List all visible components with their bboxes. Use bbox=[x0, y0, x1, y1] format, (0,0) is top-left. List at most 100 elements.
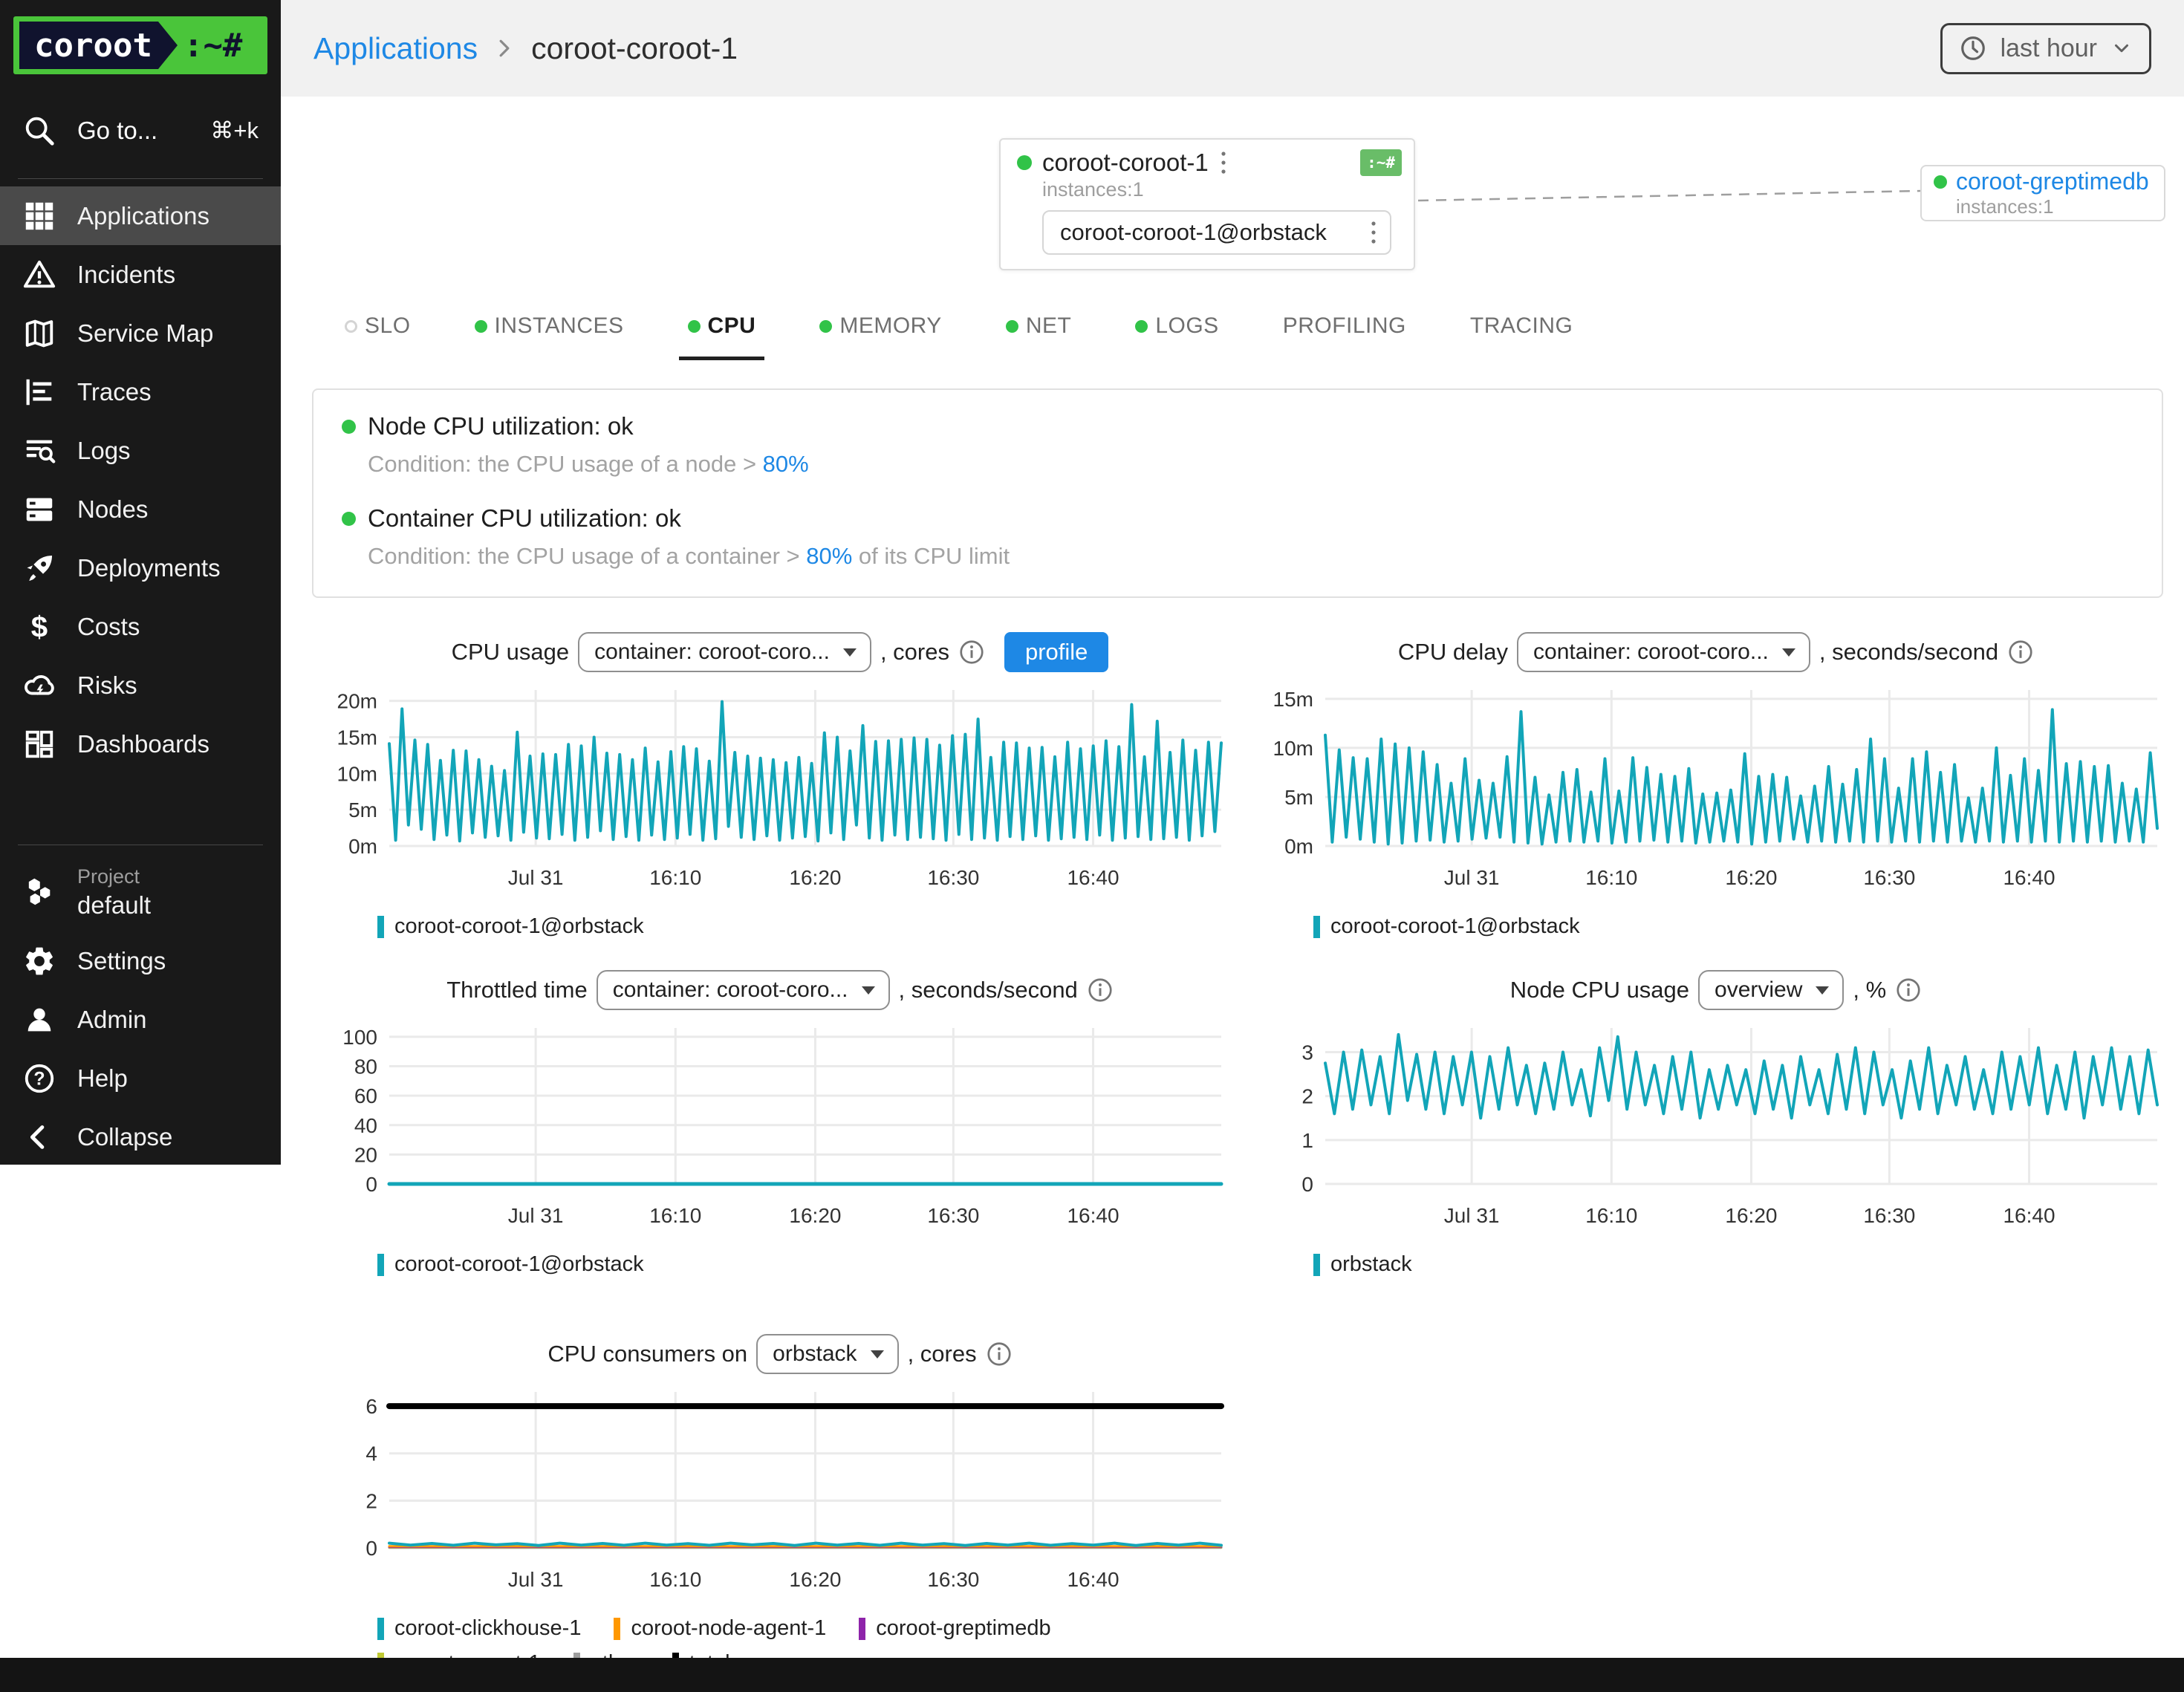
check-node-cpu: Node CPU utilization: ok Condition: the … bbox=[342, 412, 2133, 478]
logs-icon bbox=[22, 434, 56, 468]
chart-title-row: CPU consumers on orbstack , cores bbox=[312, 1330, 1248, 1379]
svg-text:16:30: 16:30 bbox=[927, 866, 979, 889]
legend-item[interactable]: orbstack bbox=[1313, 1252, 1412, 1277]
series-selector-dropdown[interactable]: overview bbox=[1698, 970, 1844, 1010]
series-selector-dropdown[interactable]: container: coroot-coro... bbox=[1517, 632, 1810, 672]
tab-net[interactable]: NET bbox=[997, 300, 1081, 360]
coroot-logo[interactable]: coroot :~# bbox=[13, 16, 267, 74]
kebab-menu-icon[interactable] bbox=[1219, 149, 1228, 177]
instance-name: coroot-coroot-1@orbstack bbox=[1060, 219, 1327, 246]
svg-text:16:40: 16:40 bbox=[2003, 1204, 2055, 1227]
sidebar-item-deployments[interactable]: Deployments bbox=[0, 538, 281, 597]
instances-status-dot bbox=[475, 320, 487, 333]
sidebar-item-service-map[interactable]: Service Map bbox=[0, 304, 281, 362]
tab-cpu[interactable]: CPU bbox=[679, 300, 765, 360]
sidebar-item-help[interactable]: ? Help bbox=[0, 1049, 281, 1107]
report-tabs: SLO INSTANCES CPU MEMORY NET LOGS PROFIL… bbox=[336, 300, 1582, 360]
sidebar-item-nodes[interactable]: Nodes bbox=[0, 480, 281, 538]
sidebar-item-settings[interactable]: Settings bbox=[0, 931, 281, 990]
chart-title: CPU usage bbox=[452, 639, 570, 666]
condition-text: Condition: the CPU usage of a container … bbox=[368, 543, 806, 569]
goto-search[interactable]: Go to... ⌘+k bbox=[0, 100, 281, 162]
profile-button[interactable]: profile bbox=[1004, 632, 1108, 672]
info-icon[interactable] bbox=[1087, 977, 1114, 1003]
legend-item[interactable]: coroot-coroot-1@orbstack bbox=[377, 1252, 644, 1277]
svg-text:1: 1 bbox=[1301, 1129, 1313, 1152]
svg-text:5m: 5m bbox=[348, 798, 377, 821]
selector-value: container: coroot-coro... bbox=[613, 977, 848, 1003]
kebab-menu-icon[interactable] bbox=[1369, 218, 1378, 247]
tab-memory[interactable]: MEMORY bbox=[810, 300, 950, 360]
svg-text:15m: 15m bbox=[337, 726, 377, 749]
svg-text:16:10: 16:10 bbox=[649, 1204, 701, 1227]
dollar-icon: $ bbox=[22, 610, 56, 644]
tab-logs[interactable]: LOGS bbox=[1126, 300, 1227, 360]
cpu-consumers-plot[interactable]: 0246Jul 3116:1016:2016:3016:40 bbox=[312, 1383, 1233, 1606]
legend-item[interactable]: coroot-clickhouse-1 bbox=[377, 1616, 581, 1641]
legend-color-bar bbox=[377, 1254, 384, 1276]
series-selector-dropdown[interactable]: container: coroot-coro... bbox=[597, 970, 890, 1010]
sidebar-collapse-button[interactable]: Collapse bbox=[0, 1107, 281, 1166]
legend-label: coroot-coroot-1@orbstack bbox=[1330, 914, 1580, 939]
info-icon[interactable] bbox=[2007, 639, 2034, 666]
chart-unit: , seconds/second bbox=[899, 977, 1078, 1003]
svg-text:16:40: 16:40 bbox=[1067, 1204, 1119, 1227]
legend-item[interactable]: coroot-coroot-1@orbstack bbox=[1313, 914, 1580, 939]
svg-text:2: 2 bbox=[1301, 1085, 1313, 1108]
tab-profiling[interactable]: PROFILING bbox=[1274, 300, 1415, 360]
chart-cpu-usage: CPU usage container: coroot-coro... , co… bbox=[312, 628, 1248, 939]
legend-item[interactable]: coroot-coroot-1@orbstack bbox=[377, 914, 644, 939]
svg-text:16:20: 16:20 bbox=[789, 1204, 841, 1227]
chart-unit: , cores bbox=[880, 639, 949, 666]
svg-text:16:30: 16:30 bbox=[927, 1568, 979, 1591]
svg-text:16:30: 16:30 bbox=[1863, 866, 1915, 889]
info-icon[interactable] bbox=[1895, 977, 1922, 1003]
time-range-picker[interactable]: last hour bbox=[1940, 23, 2151, 74]
cpu-usage-plot[interactable]: 0m5m10m15m20mJul 3116:1016:2016:3016:40 bbox=[312, 681, 1233, 904]
tab-label: TRACING bbox=[1470, 313, 1573, 339]
tab-slo[interactable]: SLO bbox=[336, 300, 420, 360]
selector-value: container: coroot-coro... bbox=[1533, 640, 1769, 665]
sidebar-item-costs[interactable]: $ Costs bbox=[0, 597, 281, 656]
sidebar-item-admin[interactable]: Admin bbox=[0, 990, 281, 1049]
chart-title: CPU consumers on bbox=[547, 1341, 747, 1367]
sidebar-item-logs[interactable]: Logs bbox=[0, 421, 281, 480]
chart-title-row: CPU delay container: coroot-coro... , se… bbox=[1248, 628, 2184, 677]
chart-unit: , % bbox=[1853, 977, 1886, 1003]
breadcrumb-applications-link[interactable]: Applications bbox=[313, 31, 478, 66]
threshold-link[interactable]: 80% bbox=[806, 543, 852, 569]
upstream-app-link[interactable]: coroot-greptimedb bbox=[1956, 168, 2149, 195]
instance-coroot-coroot-1-orbstack[interactable]: coroot-coroot-1@orbstack bbox=[1042, 210, 1391, 255]
sidebar-item-label: Nodes bbox=[77, 495, 148, 524]
node-selector-dropdown[interactable]: orbstack bbox=[756, 1334, 898, 1374]
cpu-delay-plot[interactable]: 0m5m10m15mJul 3116:1016:2016:3016:40 bbox=[1248, 681, 2169, 904]
project-name: default bbox=[77, 891, 151, 920]
legend-label: coroot-node-agent-1 bbox=[631, 1616, 826, 1641]
dependency-connector-line bbox=[1417, 186, 1922, 206]
sidebar-item-risks[interactable]: Risks bbox=[0, 656, 281, 715]
sidebar-item-traces[interactable]: Traces bbox=[0, 362, 281, 421]
svg-text:16:10: 16:10 bbox=[1585, 866, 1637, 889]
svg-text:16:20: 16:20 bbox=[789, 1568, 841, 1591]
svg-text:Jul 31: Jul 31 bbox=[1444, 866, 1500, 889]
chart-title: Throttled time bbox=[446, 977, 588, 1003]
series-selector-dropdown[interactable]: container: coroot-coro... bbox=[578, 632, 871, 672]
tab-instances[interactable]: INSTANCES bbox=[466, 300, 633, 360]
sidebar-item-dashboards[interactable]: Dashboards bbox=[0, 715, 281, 773]
legend-item[interactable]: coroot-greptimedb bbox=[859, 1616, 1050, 1641]
sidebar-item-incidents[interactable]: Incidents bbox=[0, 245, 281, 304]
app-card-coroot-greptimedb[interactable]: coroot-greptimedb instances:1 bbox=[1920, 165, 2165, 221]
legend-item[interactable]: coroot-node-agent-1 bbox=[614, 1616, 826, 1641]
info-icon[interactable] bbox=[986, 1341, 1013, 1367]
node-cpu-usage-plot[interactable]: 0123Jul 3116:1016:2016:3016:40 bbox=[1248, 1019, 2169, 1242]
sidebar-item-label: Deployments bbox=[77, 554, 221, 582]
tab-tracing[interactable]: TRACING bbox=[1461, 300, 1582, 360]
throttled-time-plot[interactable]: 020406080100Jul 3116:1016:2016:3016:40 bbox=[312, 1019, 1233, 1242]
sidebar-item-applications[interactable]: Applications bbox=[0, 186, 281, 245]
selector-value: overview bbox=[1715, 977, 1802, 1003]
project-switcher[interactable]: Project default bbox=[0, 853, 281, 931]
app-card-coroot-coroot-1[interactable]: coroot-coroot-1 :~# instances:1 coroot-c… bbox=[999, 138, 1415, 270]
threshold-link[interactable]: 80% bbox=[763, 451, 809, 477]
chart-title-row: Node CPU usage overview , % bbox=[1248, 966, 2184, 1015]
info-icon[interactable] bbox=[958, 639, 985, 666]
